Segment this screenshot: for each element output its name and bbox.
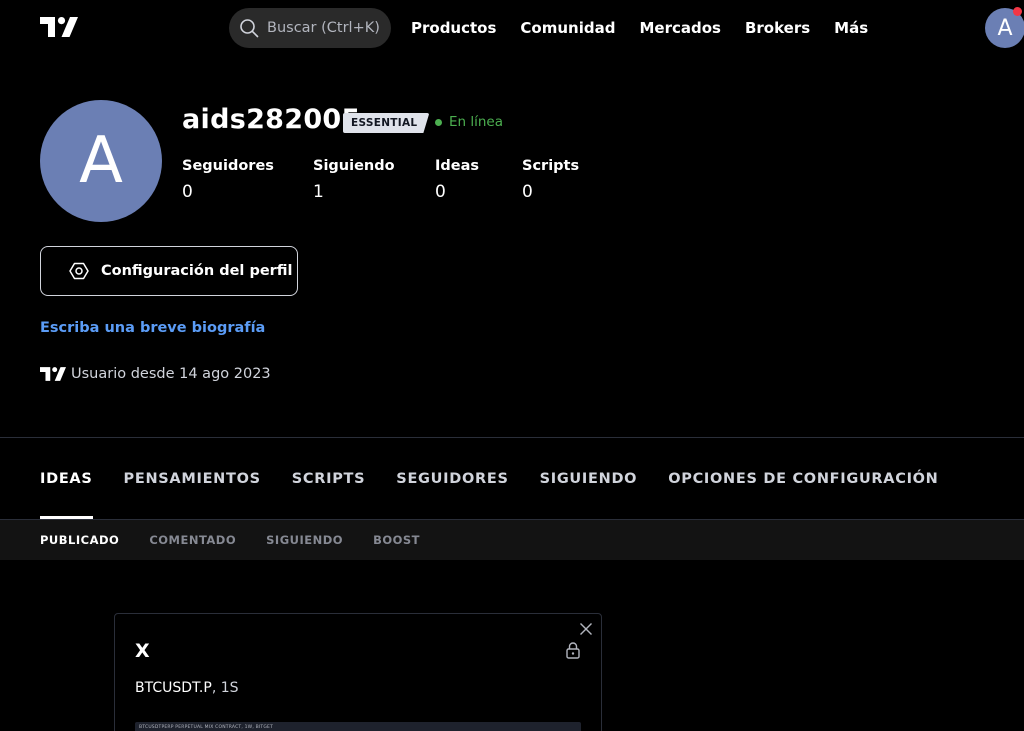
- stat-value: 0: [435, 182, 446, 202]
- tab-scripts[interactable]: SCRIPTS: [292, 438, 366, 519]
- online-status-label: En línea: [449, 114, 504, 130]
- member-since-label: Usuario desde 14 ago 2023: [71, 366, 271, 382]
- profile-avatar[interactable]: A: [40, 100, 162, 222]
- idea-symbol-interval: , 1S: [211, 680, 239, 696]
- stat-following[interactable]: Siguiendo 1: [313, 158, 435, 202]
- subtab-siguiendo[interactable]: SIGUIENDO: [266, 533, 343, 547]
- profile-settings-label: Configuración del perfil: [101, 263, 293, 279]
- stat-scripts[interactable]: Scripts 0: [522, 158, 602, 202]
- subtab-publicado[interactable]: PUBLICADO: [40, 533, 119, 547]
- subtab-boost[interactable]: BOOST: [373, 533, 420, 547]
- online-dot: [435, 118, 442, 126]
- profile-username: aids282005: [182, 104, 361, 135]
- profile-settings-button[interactable]: Configuración del perfil: [40, 246, 298, 296]
- tab-ideas[interactable]: IDEAS: [40, 438, 93, 519]
- top-navigation: Buscar (Ctrl+K) Productos Comunidad Merc…: [0, 0, 1024, 56]
- stat-ideas[interactable]: Ideas 0: [435, 158, 522, 202]
- tab-seguidores[interactable]: SEGUIDORES: [396, 438, 508, 519]
- stat-value: 1: [313, 182, 324, 202]
- ideas-subtabs: PUBLICADO COMENTADO SIGUIENDO BOOST: [0, 520, 1024, 560]
- idea-symbol-ticker[interactable]: BTCUSDT.P: [135, 680, 212, 696]
- tab-siguiendo[interactable]: SIGUIENDO: [540, 438, 638, 519]
- member-since: Usuario desde 14 ago 2023: [40, 366, 271, 382]
- search-icon: [239, 18, 259, 38]
- profile-tabs: IDEAS PENSAMIENTOS SCRIPTS SEGUIDORES SI…: [40, 438, 970, 519]
- notification-dot: [1013, 7, 1022, 16]
- main-menu: Productos Comunidad Mercados Brokers Más: [411, 0, 892, 56]
- idea-title[interactable]: X: [135, 640, 150, 662]
- stat-label: Scripts: [522, 158, 580, 174]
- tradingview-logo-icon: [40, 367, 66, 381]
- stat-label: Seguidores: [182, 158, 274, 174]
- stat-label: Siguiendo: [313, 158, 395, 174]
- nav-link-mercados[interactable]: Mercados: [639, 19, 720, 37]
- nav-link-comunidad[interactable]: Comunidad: [520, 19, 615, 37]
- stat-followers[interactable]: Seguidores 0: [182, 158, 313, 202]
- hexagon-gear-icon: [68, 260, 90, 282]
- idea-chart-thumbnail[interactable]: BTCUSDTPERP PERPETUAL MIX CONTRACT, 1W, …: [135, 722, 581, 731]
- stat-label: Ideas: [435, 158, 480, 174]
- write-bio-link[interactable]: Escriba una breve biografía: [40, 320, 265, 336]
- tradingview-logo-icon[interactable]: [40, 17, 78, 37]
- idea-symbol: BTCUSDT.P, 1S: [135, 680, 239, 696]
- subtab-comentado[interactable]: COMENTADO: [149, 533, 236, 547]
- online-status: En línea: [435, 114, 503, 130]
- close-icon[interactable]: [579, 622, 593, 636]
- nav-link-brokers[interactable]: Brokers: [745, 19, 810, 37]
- profile-page: Buscar (Ctrl+K) Productos Comunidad Merc…: [0, 0, 1024, 731]
- idea-card[interactable]: X BTCUSDT.P, 1S BTCUSDTPERP PERPETUAL MI…: [114, 613, 602, 731]
- stat-value: 0: [182, 182, 193, 202]
- tab-pensamientos[interactable]: PENSAMIENTOS: [124, 438, 261, 519]
- search-box[interactable]: Buscar (Ctrl+K): [229, 8, 391, 48]
- nav-link-productos[interactable]: Productos: [411, 19, 496, 37]
- plan-badge: ESSENTIAL: [343, 113, 429, 133]
- nav-link-mas[interactable]: Más: [834, 19, 868, 37]
- idea-chart-label: BTCUSDTPERP PERPETUAL MIX CONTRACT, 1W, …: [139, 725, 274, 730]
- lock-icon: [565, 641, 581, 659]
- search-placeholder: Buscar (Ctrl+K): [267, 20, 380, 36]
- profile-stats: Seguidores 0 Siguiendo 1 Ideas 0 Scripts…: [182, 158, 602, 202]
- stat-value: 0: [522, 182, 533, 202]
- tab-opciones-configuracion[interactable]: OPCIONES DE CONFIGURACIÓN: [668, 438, 938, 519]
